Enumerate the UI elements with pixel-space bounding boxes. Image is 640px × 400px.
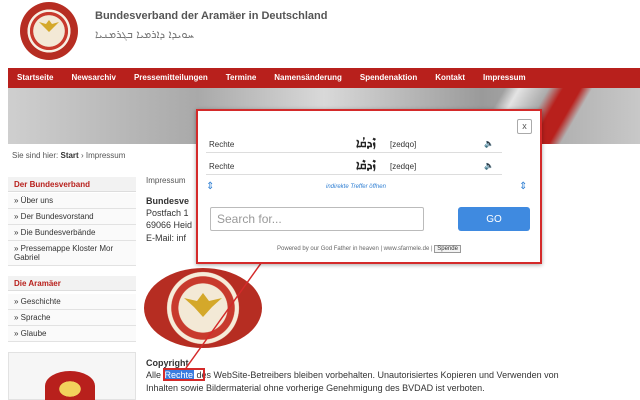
copyright-title: Copyright: [146, 358, 189, 368]
popup-footer: Powered by our God Father in heaven | ww…: [198, 245, 540, 253]
sidebar-emblem-icon: [45, 371, 95, 400]
nav-namensaenderung[interactable]: Namensänderung: [265, 68, 351, 88]
sidebar-logo: [8, 352, 136, 400]
sidebar-item-label: Glaube: [20, 329, 47, 338]
eagle-emblem-icon: [39, 20, 59, 32]
sidebar-item-bundesvorstand[interactable]: » Der Bundesvorstand: [8, 209, 136, 225]
nav-pressemitteilungen[interactable]: Pressemitteilungen: [125, 68, 217, 88]
sidebar-item-label: Pressemappe Kloster Mor Gabriel: [14, 244, 114, 262]
expand-right-arrow-icon[interactable]: ⇕: [519, 181, 527, 192]
go-button[interactable]: GO: [458, 207, 530, 231]
close-button[interactable]: x: [517, 119, 532, 134]
breadcrumb-start[interactable]: Start: [60, 151, 78, 160]
copyright-text-pre: Alle: [146, 370, 164, 380]
breadcrumb-impressum[interactable]: Impressum: [86, 151, 126, 160]
nav-impressum[interactable]: Impressum: [474, 68, 535, 88]
copyright-text-post: des WebSite-Betreibers bleiben vorbehalt…: [194, 370, 559, 380]
search-input[interactable]: [210, 207, 424, 231]
sidebar-item-label: Über uns: [20, 196, 54, 205]
popup-footer-text: Powered by our God Father in heaven | ww…: [277, 246, 433, 252]
sidebar-item-pressemappe[interactable]: » Pressemappe Kloster Mor Gabriel: [8, 241, 136, 266]
breadcrumb: Sie sind hier: Start › Impressum: [12, 151, 125, 160]
selection-highlight-box: [163, 368, 205, 381]
result-row[interactable]: Rechte ܙܶܕܩܳܐ [zedqo] 🔈: [206, 135, 502, 153]
sidebar-item-sprache[interactable]: » Sprache: [8, 310, 136, 326]
sidebar-item-label: Der Bundesvorstand: [20, 212, 94, 221]
sidebar-item-label: Sprache: [20, 313, 51, 322]
sidebar-item-glaube[interactable]: » Glaube: [8, 326, 136, 342]
result-transliteration: [zedqo]: [390, 140, 417, 149]
nav-termine[interactable]: Termine: [217, 68, 266, 88]
nav-kontakt[interactable]: Kontakt: [426, 68, 474, 88]
site-subtitle-syriac: ܚܘܝܕܐ ܕܐܪܡܝܐ ܒܓܪܡܢܝܐ: [95, 28, 195, 41]
sidebar-item-geschichte[interactable]: » Geschichte: [8, 294, 136, 310]
sidebar-item-label: Geschichte: [20, 297, 61, 306]
nav-spendenaktion[interactable]: Spendenaktion: [351, 68, 426, 88]
result-aramaic: ܙܶܕܩܶܐ: [356, 158, 376, 172]
breadcrumb-prefix: Sie sind hier:: [12, 151, 59, 160]
result-transliteration: [zedqe]: [390, 162, 417, 171]
content-logo: [144, 268, 262, 348]
address-line-2: 69066 Heid: [146, 220, 193, 230]
nav-startseite[interactable]: Startseite: [8, 68, 62, 88]
site-logo[interactable]: [20, 2, 78, 60]
content-section-label: Impressum: [146, 176, 186, 185]
result-row[interactable]: Rechte ܙܶܕܩܶܐ [zedqe] 🔈: [206, 157, 502, 175]
site-title: Bundesverband der Aramäer in Deutschland: [95, 10, 328, 22]
copyright-line-2: Inhalten sowie Bildermaterial ohne vorhe…: [146, 383, 485, 393]
nav-newsarchiv[interactable]: Newsarchiv: [62, 68, 124, 88]
eagle-emblem-icon: [184, 293, 222, 317]
org-name: Bundesve: [146, 196, 190, 206]
result-german: Rechte: [209, 140, 235, 149]
sidebar-item-label: Die Bundesverbände: [20, 228, 96, 237]
result-aramaic: ܙܶܕܩܳܐ: [356, 136, 376, 150]
speaker-icon[interactable]: 🔈: [484, 161, 494, 170]
spende-button[interactable]: Spende: [434, 245, 461, 253]
expand-left-arrow-icon[interactable]: ⇕: [206, 181, 214, 192]
sidebar-item-bundesverbaende[interactable]: » Die Bundesverbände: [8, 225, 136, 241]
sidebar-section-aramaeer: Die Aramäer: [8, 276, 136, 291]
email-line: E-Mail: inf: [146, 233, 187, 243]
sidebar-item-ueber-uns[interactable]: » Über uns: [8, 193, 136, 209]
address-line-1: Postfach 1: [146, 208, 189, 218]
speaker-icon[interactable]: 🔈: [484, 139, 494, 148]
sidebar-section-bundesverband: Der Bundesverband: [8, 177, 136, 192]
result-german: Rechte: [209, 162, 235, 171]
indirect-results-link[interactable]: indirekte Treffer öffnen: [326, 184, 386, 190]
main-nav: Startseite Newsarchiv Pressemitteilungen…: [8, 68, 640, 88]
breadcrumb-separator-icon: ›: [80, 151, 84, 160]
site-header: Bundesverband der Aramäer in Deutschland…: [0, 0, 640, 68]
dictionary-popup: x Rechte ܙܶܕܩܳܐ [zedqo] 🔈 Rechte ܙܶܕܩܶܐ …: [196, 109, 542, 264]
copyright-line-1: Alle Rechte des WebSite-Betreibers bleib…: [146, 370, 559, 380]
